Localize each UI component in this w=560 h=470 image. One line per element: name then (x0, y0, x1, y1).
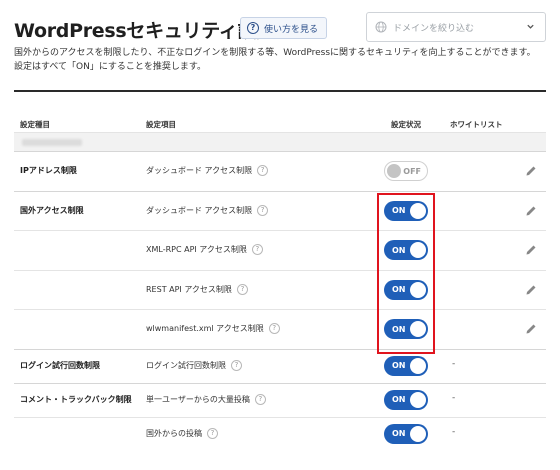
toggle-knob (410, 357, 426, 374)
toggle-label: ON (392, 361, 406, 370)
row-item: 単一ユーザーからの大量投稿? (146, 393, 266, 405)
row-item-label: REST API アクセス制限 (146, 284, 232, 294)
domain-filter-select[interactable]: ドメインを絞り込む (366, 12, 546, 42)
row-category: 国外アクセス制限 (20, 205, 84, 215)
row-item: wlwmanifest.xml アクセス制限? (146, 323, 280, 334)
table-row: wlwmanifest.xml アクセス制限? ON (14, 309, 546, 349)
row-item-label: ダッシュボード アクセス制限 (146, 166, 253, 175)
toggle-knob (387, 164, 401, 178)
toggle-label: ON (392, 429, 406, 438)
row-item: ログイン試行回数制限? (146, 359, 242, 371)
help-icon[interactable]: ? (207, 427, 218, 439)
row-item-label: 単一ユーザーからの大量投稿 (146, 394, 250, 404)
pencil-icon[interactable] (524, 164, 538, 178)
highlight-box (377, 193, 435, 354)
help-icon[interactable]: ? (231, 359, 242, 371)
description-line-2: 設定はすべて「ON」にすることを推奨します。 (14, 62, 207, 72)
page-description: 国外からのアクセスを制限したり、不正なログインを制限する等、WordPressに… (14, 46, 544, 74)
row-item: REST API アクセス制限? (146, 283, 248, 295)
howto-button[interactable]: ? 使い方を見る (240, 17, 328, 39)
col-header-status: 設定状況 (391, 120, 421, 129)
pencil-icon[interactable] (524, 283, 538, 297)
pencil-icon[interactable] (524, 204, 538, 218)
page-title: WordPressセキュリティ設定 (14, 20, 275, 42)
help-icon[interactable]: ? (254, 393, 266, 405)
whitelist-value: - (452, 426, 456, 437)
help-icon[interactable]: ? (236, 283, 248, 295)
whitelist-value: - (452, 392, 456, 403)
domain-group-row (14, 132, 546, 151)
status-toggle[interactable]: OFF (384, 161, 428, 181)
settings-table: 設定種目 設定項目 設定状況 ホワイトリスト IPアドレス制限 ダッシュボード … (14, 90, 546, 451)
row-item-label: wlwmanifest.xml アクセス制限 (146, 324, 264, 333)
pencil-icon[interactable] (524, 322, 538, 336)
table-row: 国外からの投稿? ON - (14, 416, 546, 451)
row-item: ダッシュボード アクセス制限? (146, 204, 269, 216)
toggle-knob (410, 425, 426, 442)
row-item: XML-RPC API アクセス制限? (146, 244, 263, 255)
row-item: ダッシュボード アクセス制限? (146, 165, 269, 176)
status-toggle[interactable]: ON (384, 423, 428, 444)
howto-label: 使い方を見る (264, 24, 319, 35)
row-item-label: XML-RPC API アクセス制限 (146, 245, 247, 254)
table-row: コメント・トラックバック制限 単一ユーザーからの大量投稿? ON - (14, 382, 546, 417)
help-icon[interactable]: ? (268, 323, 280, 334)
status-toggle[interactable]: ON (384, 355, 428, 376)
status-toggle[interactable]: ON (384, 389, 428, 410)
help-icon[interactable]: ? (257, 204, 269, 216)
row-category: IPアドレス制限 (20, 166, 77, 175)
row-item: 国外からの投稿? (146, 427, 218, 439)
row-category: コメント・トラックバック制限 (20, 394, 132, 404)
chevron-down-icon (527, 24, 534, 29)
row-category: ログイン試行回数制限 (20, 360, 100, 370)
row-item-label: ログイン試行回数制限 (146, 360, 226, 370)
whitelist-value: - (452, 358, 456, 369)
blurred-domain-name (22, 139, 82, 146)
toggle-label: OFF (403, 166, 421, 176)
table-row: IPアドレス制限 ダッシュボード アクセス制限? OFF (14, 151, 546, 191)
globe-icon (375, 21, 387, 33)
help-icon[interactable]: ? (251, 244, 263, 255)
table-row: REST API アクセス制限? ON (14, 269, 546, 310)
col-header-whitelist: ホワイトリスト (450, 120, 503, 129)
table-header: 設定種目 設定項目 設定状況 ホワイトリスト (14, 92, 546, 129)
toggle-label: ON (392, 395, 406, 404)
toggle-knob (410, 391, 426, 408)
pencil-icon[interactable] (524, 243, 538, 257)
col-header-item: 設定項目 (146, 120, 176, 129)
help-circle-icon: ? (247, 22, 259, 34)
help-icon[interactable]: ? (257, 165, 269, 176)
domain-filter-placeholder: ドメインを絞り込む (393, 23, 475, 34)
row-item-label: 国外からの投稿 (146, 428, 202, 438)
table-row: ログイン試行回数制限 ログイン試行回数制限? ON - (14, 348, 546, 383)
header: WordPressセキュリティ設定 ? 使い方を見る ドメインを絞り込む (14, 12, 546, 42)
row-item-label: ダッシュボード アクセス制限 (146, 205, 253, 215)
table-row: 国外アクセス制限 ダッシュボード アクセス制限? ON (14, 190, 546, 231)
description-line-1: 国外からのアクセスを制限したり、不正なログインを制限する等、WordPressに… (14, 48, 536, 58)
table-row: XML-RPC API アクセス制限? ON (14, 230, 546, 270)
col-header-category: 設定種目 (20, 120, 50, 129)
